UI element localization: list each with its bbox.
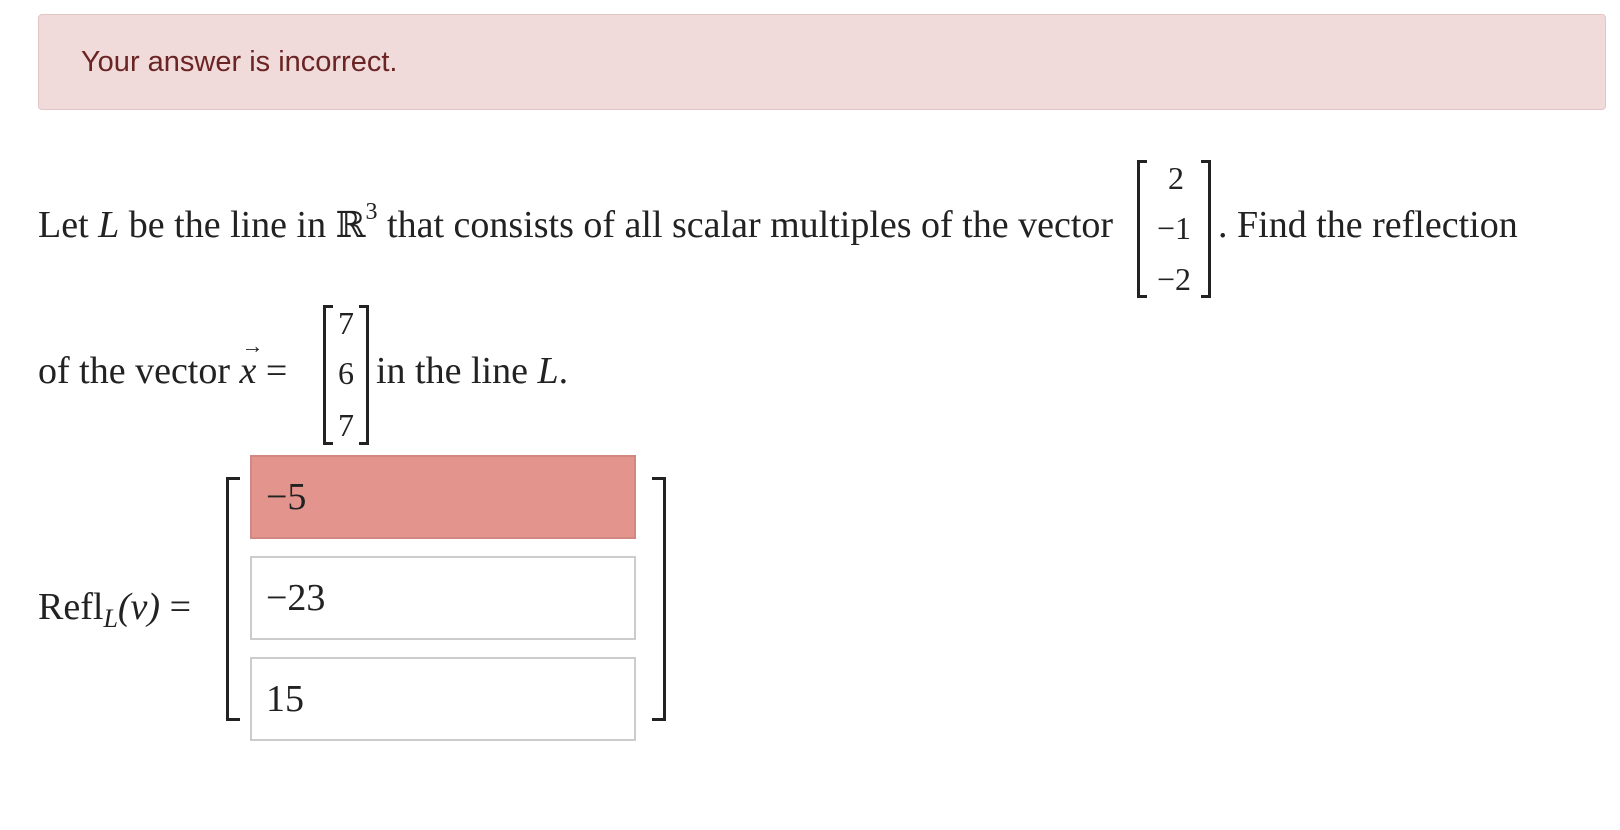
x-vector-entry: 6 — [338, 355, 354, 391]
direction-vector-entry: 2 — [1168, 160, 1184, 196]
direction-vector-entry: −1 — [1156, 210, 1192, 246]
question-text: in the line — [376, 350, 538, 392]
x-vector-entry: 7 — [338, 407, 354, 443]
answer-label: ReflL(v) = — [38, 586, 192, 632]
period: . — [558, 350, 569, 392]
answer-value: 15 — [266, 678, 304, 720]
feedback-message: Your answer is incorrect. — [81, 45, 398, 78]
question-text: . Find the reflection — [1218, 204, 1518, 246]
reals-symbol: ℝ — [335, 205, 366, 246]
question-text: be the line in — [119, 204, 336, 246]
refl-argument: (v) — [117, 586, 161, 628]
equals-sign: = — [265, 350, 288, 392]
vector-arrow-icon: → — [241, 333, 264, 358]
question-text: that consists of all scalar multiples of… — [377, 204, 1114, 246]
left-bracket — [226, 477, 240, 721]
question-line-2-end: in the line L. — [376, 352, 568, 390]
question-line-1: Let L be the line in ℝ3 that consists of… — [38, 200, 1114, 246]
direction-vector: 2 −1 −2 — [1137, 160, 1211, 298]
question-text: Let — [38, 204, 99, 246]
refl-subscript: L — [103, 604, 118, 633]
x-vector: 7 6 7 — [323, 305, 369, 445]
answer-value: −23 — [266, 577, 326, 619]
dimension-exponent: 3 — [365, 199, 378, 226]
equals-sign: = — [169, 586, 192, 628]
question-line-2: of the vector → x = — [38, 333, 288, 392]
line-symbol: L — [537, 350, 559, 392]
answer-input-row-2[interactable]: −23 — [250, 556, 636, 640]
answer-input-row-1[interactable]: −5 — [250, 455, 636, 539]
direction-vector-entry: −2 — [1156, 261, 1192, 297]
answer-value: −5 — [266, 476, 307, 518]
x-vector-entry: 7 — [338, 305, 354, 341]
question-line-1-end: . Find the reflection — [1218, 206, 1518, 244]
answer-input-row-3[interactable]: 15 — [250, 657, 636, 741]
refl-text: Refl — [38, 586, 104, 628]
line-symbol: L — [98, 204, 120, 246]
vector-x-symbol: → x — [239, 333, 264, 392]
question-text: of the vector — [38, 350, 240, 392]
right-bracket — [652, 477, 666, 721]
feedback-alert: Your answer is incorrect. — [38, 14, 1606, 110]
